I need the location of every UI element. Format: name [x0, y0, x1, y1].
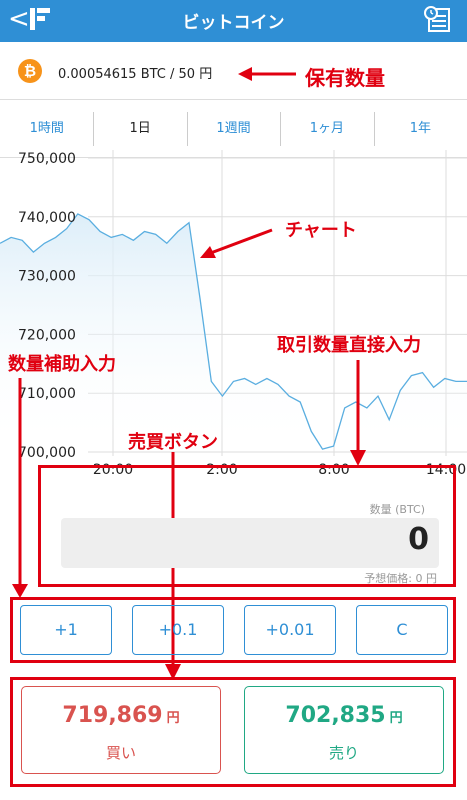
annotation-chart: チャート [285, 220, 357, 241]
tab-1-year[interactable]: 1年 [373, 100, 467, 157]
buy-price: 719,869 円 [62, 703, 180, 728]
annotation-qty-input: 取引数量直接入力 [277, 335, 421, 356]
annotation-holding: 保有数量 [305, 66, 385, 90]
clear-button[interactable]: C [356, 605, 448, 655]
order-history-icon[interactable] [423, 5, 453, 35]
tab-1-day[interactable]: 1日 [93, 100, 186, 157]
tab-1-hour[interactable]: 1時間 [0, 100, 93, 157]
qty-input[interactable]: 0 [61, 518, 439, 568]
chart-y-tick-label: 710,000 [18, 386, 76, 402]
price-chart: 750,000 740,000 730,000 720,000 710,000 700,0… [0, 150, 467, 478]
buy-label: 買い [105, 744, 136, 762]
plus-1-button[interactable]: +1 [20, 605, 112, 655]
chart-y-tick-label: 700,000 [18, 445, 76, 461]
page-title: ビットコイン [182, 13, 285, 33]
sell-label: 売り [328, 744, 359, 762]
annotation-qty-assist: 数量補助入力 [8, 354, 116, 375]
bitcoin-icon: ₿ [18, 59, 42, 83]
plus-0-01-button[interactable]: +0.01 [244, 605, 336, 655]
chart-y-tick-label: 720,000 [18, 327, 76, 343]
chart-y-tick-label: 730,000 [18, 269, 76, 285]
qty-label: 数量 (BTC) [369, 503, 425, 516]
holding-amount: 0.00054615 BTC / 50 円 [58, 67, 213, 82]
annotation-trade-buttons: 売買ボタン [128, 432, 218, 453]
app-header: < ビットコイン [0, 0, 467, 42]
chart-y-tick-label: 750,000 [18, 151, 76, 167]
buy-button[interactable]: 719,869 円 買い [21, 686, 221, 774]
holding-row: ₿ 0.00054615 BTC / 50 円 [0, 42, 467, 100]
chart-y-tick-label: 740,000 [18, 210, 76, 226]
annotation-arrow-chart-icon [200, 228, 273, 258]
estimated-price: 予想価格: 0 円 [364, 572, 437, 585]
qty-value: 0 [408, 522, 429, 557]
sell-button[interactable]: 702,835 円 売り [244, 686, 444, 774]
annotation-arrow-holding-icon [238, 67, 296, 81]
plus-0-1-button[interactable]: +0.1 [132, 605, 224, 655]
tab-1-week[interactable]: 1週間 [186, 100, 280, 157]
sell-price: 702,835 円 [285, 703, 403, 728]
tab-1-month[interactable]: 1ヶ月 [280, 100, 373, 157]
